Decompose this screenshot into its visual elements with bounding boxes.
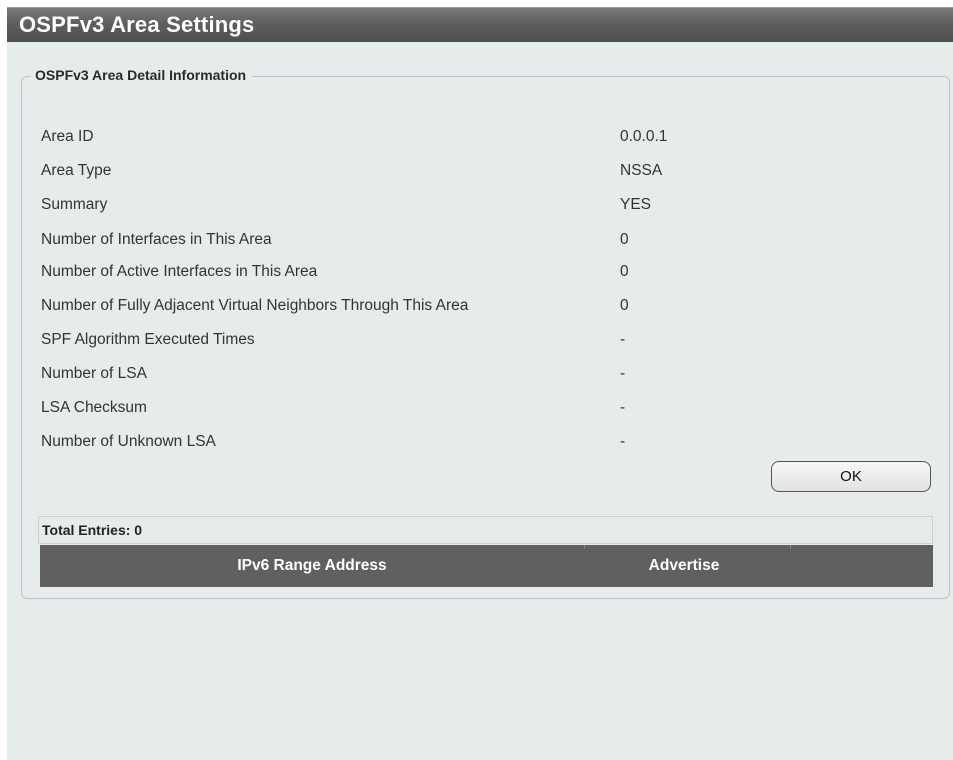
active-interfaces-label: Number of Active Interfaces in This Area xyxy=(41,263,318,280)
info-row-virtual-neighbors: Number of Fully Adjacent Virtual Neighbo… xyxy=(41,289,921,323)
info-row-area-type: Area Type NSSA xyxy=(41,154,921,188)
info-row-summary: Summary YES xyxy=(41,188,921,222)
unknown-lsa-value: - xyxy=(620,433,626,450)
info-row-interfaces: Number of Interfaces in This Area 0 xyxy=(41,223,921,257)
area-type-label: Area Type xyxy=(41,162,112,179)
spf-executed-label: SPF Algorithm Executed Times xyxy=(41,331,255,348)
area-id-label: Area ID xyxy=(41,128,94,145)
info-row-active-interfaces: Number of Active Interfaces in This Area… xyxy=(41,255,921,289)
total-entries-text: Total Entries: 0 xyxy=(42,522,143,538)
column-divider xyxy=(584,545,585,549)
spf-executed-value: - xyxy=(620,331,626,348)
column-divider xyxy=(790,545,791,549)
ok-button[interactable]: OK xyxy=(771,461,931,492)
virtual-neighbors-value: 0 xyxy=(620,297,629,314)
info-row-area-id: Area ID 0.0.0.1 xyxy=(41,120,921,154)
area-id-value: 0.0.0.1 xyxy=(620,128,668,145)
info-row-spf-executed: SPF Algorithm Executed Times - xyxy=(41,323,921,357)
unknown-lsa-label: Number of Unknown LSA xyxy=(41,433,216,450)
summary-value: YES xyxy=(620,196,652,213)
lsa-count-value: - xyxy=(620,365,626,382)
interfaces-value: 0 xyxy=(620,231,629,248)
virtual-neighbors-label: Number of Fully Adjacent Virtual Neighbo… xyxy=(41,297,469,314)
lsa-checksum-label: LSA Checksum xyxy=(41,399,147,416)
info-row-lsa-checksum: LSA Checksum - xyxy=(41,391,921,425)
info-row-lsa-count: Number of LSA - xyxy=(41,357,921,391)
area-type-value: NSSA xyxy=(620,162,663,179)
interfaces-label: Number of Interfaces in This Area xyxy=(41,231,272,248)
title-bar: OSPFv3 Area Settings xyxy=(7,7,953,42)
lsa-count-label: Number of LSA xyxy=(41,365,147,382)
range-table-header: IPv6 Range Address Advertise xyxy=(40,545,933,587)
info-row-unknown-lsa: Number of Unknown LSA - xyxy=(41,425,921,459)
page-container: OSPFv3 Area Settings OSPFv3 Area Detail … xyxy=(7,7,953,760)
page-title: OSPFv3 Area Settings xyxy=(19,12,255,37)
column-header-advertise: Advertise xyxy=(648,557,720,574)
lsa-checksum-value: - xyxy=(620,399,626,416)
summary-label: Summary xyxy=(41,196,108,213)
active-interfaces-value: 0 xyxy=(620,263,629,280)
total-entries-bar: Total Entries: 0 xyxy=(38,516,933,544)
column-header-ipv6-range-address: IPv6 Range Address xyxy=(237,557,387,574)
area-detail-legend: OSPFv3 Area Detail Information xyxy=(31,66,253,84)
